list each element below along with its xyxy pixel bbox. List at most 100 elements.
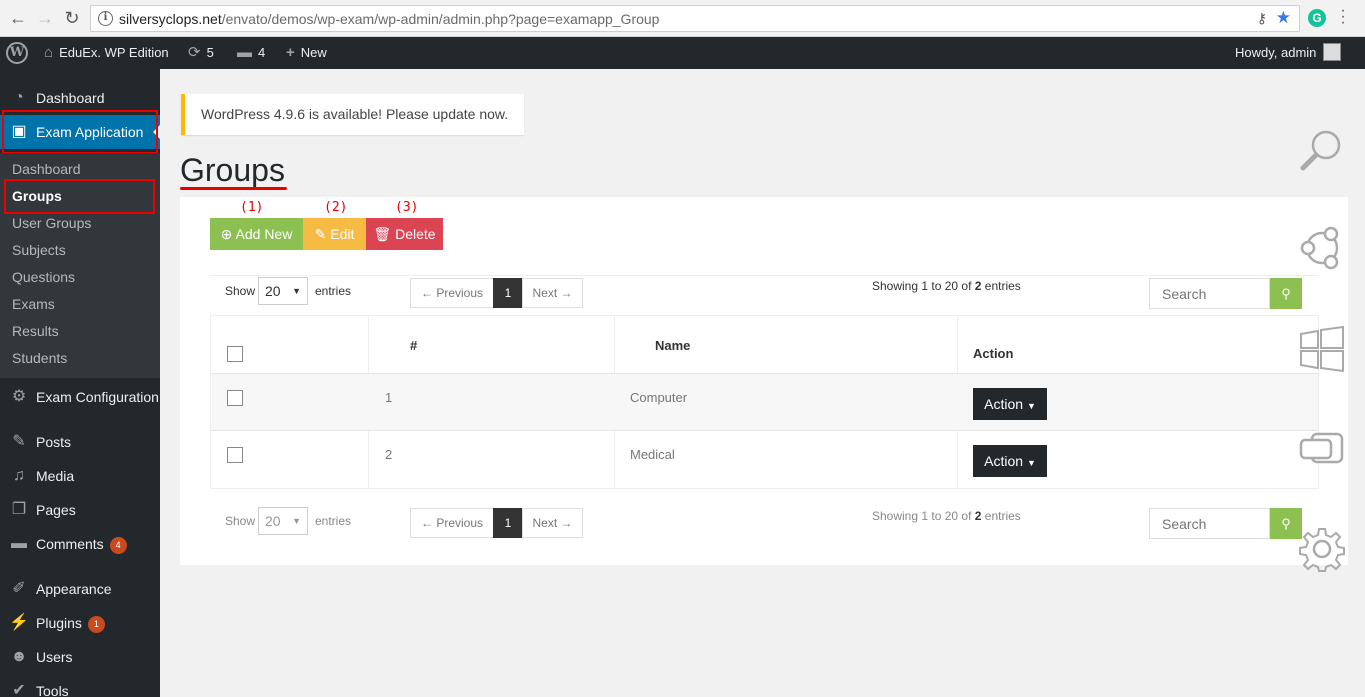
edit-icon: ✎ [314, 226, 327, 242]
table-info-bottom: Showing 1 to 20 of 2 entries [872, 509, 1021, 523]
header-number: # [410, 338, 418, 353]
admin-bar: W ⌂ EduEx. WP Edition ⟳ 5 ▬ 4 + New Howdy, a… [0, 37, 1365, 69]
row-name: Medical [630, 447, 675, 462]
submenu-subjects[interactable]: Subjects [12, 240, 66, 260]
search-icon: ⚲ [1281, 286, 1291, 301]
divider [210, 275, 1318, 276]
caret-down-icon: ▼ [1026, 458, 1036, 468]
update-notice: WordPress 4.9.6 is available! Please upd… [181, 94, 524, 135]
sidebar-item-appearance[interactable]: ✐ Appearance [0, 572, 160, 606]
back-icon[interactable]: ← [8, 8, 28, 28]
submenu-questions[interactable]: Questions [12, 267, 75, 287]
media-icon: ♫ [13, 467, 25, 484]
page-1-button[interactable]: 1 [493, 508, 523, 538]
sidebar-item-tools[interactable]: ✔ Tools [0, 674, 160, 697]
show-label: Show [225, 284, 256, 298]
updates-link[interactable]: ⟳ 5 [188, 37, 214, 69]
magnifier-icon[interactable] [1298, 126, 1346, 174]
header-name: Name [655, 338, 691, 353]
caret-down-icon: ▼ [292, 516, 301, 526]
select-all-checkbox[interactable] [227, 346, 243, 362]
submenu-user-groups[interactable]: User Groups [12, 213, 91, 233]
devices-icon[interactable] [1298, 426, 1346, 474]
submenu-results[interactable]: Results [12, 321, 59, 341]
next-button[interactable]: Next → [522, 508, 583, 538]
groups-table: # Name Action 1 Computer Action ▼ 2 Medi… [210, 315, 1319, 489]
row-checkbox[interactable] [227, 447, 243, 463]
share-icon[interactable] [1298, 224, 1346, 272]
row-name: Computer [630, 390, 688, 405]
sidebar-item-users[interactable]: ☻ Users [0, 640, 160, 674]
show-label-bottom: Show [225, 514, 256, 528]
updates-icon: ⟳ [188, 44, 201, 61]
row-checkbox[interactable] [227, 390, 243, 406]
search-input-bottom[interactable] [1149, 508, 1270, 539]
key-icon[interactable]: ⚷ [1257, 10, 1267, 27]
marker-3: (3) [395, 200, 419, 215]
info-icon[interactable]: i [98, 11, 113, 26]
sidebar-item-comments[interactable]: ▬ Comments 4 [0, 527, 160, 561]
header-action: Action [973, 346, 1014, 361]
wrench-icon: ✔ [12, 682, 26, 697]
marker-2: (2) [324, 200, 348, 215]
page-title: Groups [180, 152, 285, 188]
search-input[interactable] [1149, 278, 1270, 309]
table-row: 1 Computer Action ▼ [211, 373, 1318, 430]
submenu-students[interactable]: Students [12, 348, 67, 368]
table-info: Showing 1 to 20 of 2 entries [872, 279, 1021, 293]
settings-gear-icon[interactable] [1298, 525, 1346, 573]
brush-icon: ✐ [12, 580, 26, 597]
sidebar-item-posts[interactable]: ✎ Posts [0, 425, 160, 459]
avatar[interactable] [1323, 43, 1341, 61]
table-row: 2 Medical Action ▼ [211, 430, 1318, 487]
admin-sidebar: ◔ Dashboard ▣ Exam Application Dashboard G… [0, 69, 160, 697]
page-1-button[interactable]: 1 [493, 278, 523, 308]
row-number: 1 [385, 390, 393, 405]
comments-link[interactable]: ▬ 4 [237, 37, 265, 69]
search-icon: ⚲ [1281, 516, 1291, 531]
add-new-button[interactable]: ⊕ Add New [210, 218, 303, 250]
forward-icon[interactable]: → [35, 8, 55, 28]
caret-down-icon: ▼ [1026, 401, 1036, 411]
page-size-select[interactable]: 20 ▼ [258, 277, 308, 305]
new-content-link[interactable]: + New [286, 37, 327, 69]
previous-button[interactable]: ← Previous [410, 508, 494, 538]
page-size-select-bottom[interactable]: 20 ▼ [258, 507, 308, 535]
home-icon: ⌂ [44, 44, 54, 61]
browser-menu-icon[interactable]: · · · [1340, 3, 1346, 31]
star-icon[interactable]: ★ [1276, 8, 1291, 28]
comment-icon: ▬ [11, 535, 27, 552]
sidebar-item-media[interactable]: ♫ Media [0, 459, 160, 493]
sidebar-item-plugins[interactable]: ⚡ Plugins 1 [0, 606, 160, 640]
plugins-badge: 1 [87, 616, 105, 633]
url-text: silversyclops.net/envato/demos/wp-exam/w… [119, 11, 660, 27]
sidebar-item-exam-configuration[interactable]: ⚙ Exam Configuration [0, 380, 160, 414]
howdy-link[interactable]: Howdy, admin [1235, 37, 1316, 69]
wordpress-logo-icon[interactable]: W [6, 42, 28, 64]
site-name-link[interactable]: ⌂ EduEx. WP Edition [44, 37, 169, 69]
next-button[interactable]: Next → [522, 278, 583, 308]
submenu-exams[interactable]: Exams [12, 294, 55, 314]
edit-button[interactable]: ✎ Edit [303, 218, 366, 250]
entries-label-bottom: entries [315, 514, 352, 528]
sidebar-item-pages[interactable]: ❐ Pages [0, 493, 160, 527]
plus-circle-icon: ⊕ [220, 226, 233, 242]
marker-1: (1) [240, 200, 264, 215]
comments-badge: 4 [109, 537, 127, 554]
row-action-button[interactable]: Action ▼ [973, 445, 1047, 477]
entries-label: entries [315, 284, 352, 298]
previous-button[interactable]: ← Previous [410, 278, 494, 308]
address-bar[interactable]: i silversyclops.net/envato/demos/wp-exam… [90, 5, 1300, 32]
submenu-dashboard[interactable]: Dashboard [12, 159, 81, 179]
plus-icon: + [286, 44, 295, 61]
pages-icon: ❐ [11, 501, 27, 518]
delete-button[interactable]: 🗑 Delete [366, 218, 443, 250]
grammarly-icon[interactable]: G [1308, 9, 1326, 27]
row-action-button[interactable]: Action ▼ [973, 388, 1047, 420]
windows-icon[interactable] [1298, 325, 1346, 373]
highlight-exam-application [2, 110, 158, 154]
trash-icon: 🗑 [373, 226, 392, 242]
search-button[interactable]: ⚲ [1270, 278, 1302, 309]
gear-icon: ⚙ [11, 388, 27, 405]
reload-icon[interactable]: ↻ [62, 8, 82, 28]
